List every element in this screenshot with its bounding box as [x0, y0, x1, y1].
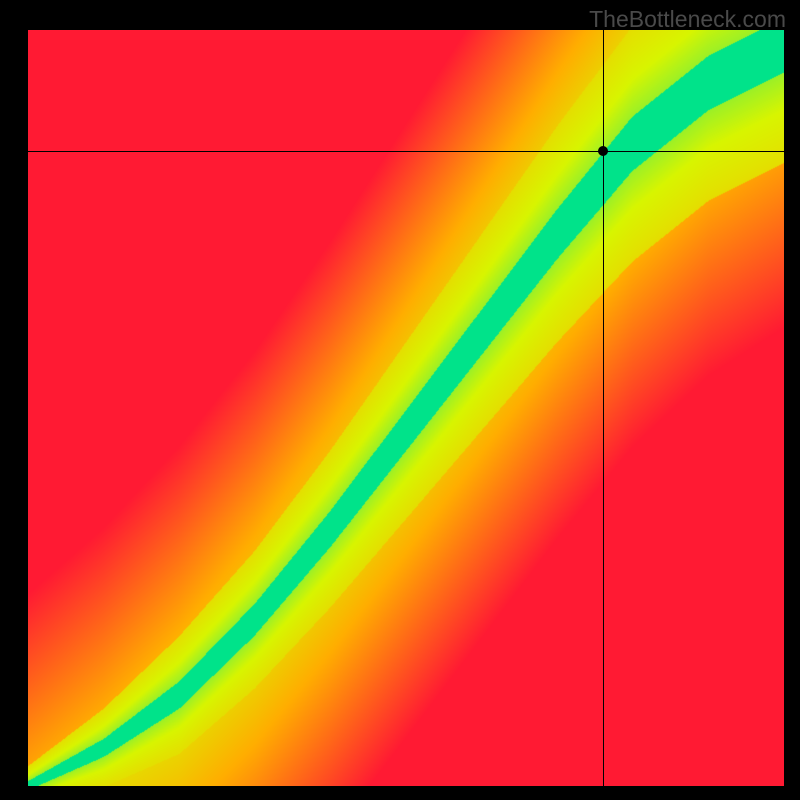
crosshair-vertical: [603, 30, 604, 786]
watermark-text: TheBottleneck.com: [589, 6, 786, 33]
crosshair-point: [598, 146, 608, 156]
heatmap-chart: [28, 30, 784, 786]
heatmap-canvas: [28, 30, 784, 786]
crosshair-horizontal: [28, 151, 784, 152]
